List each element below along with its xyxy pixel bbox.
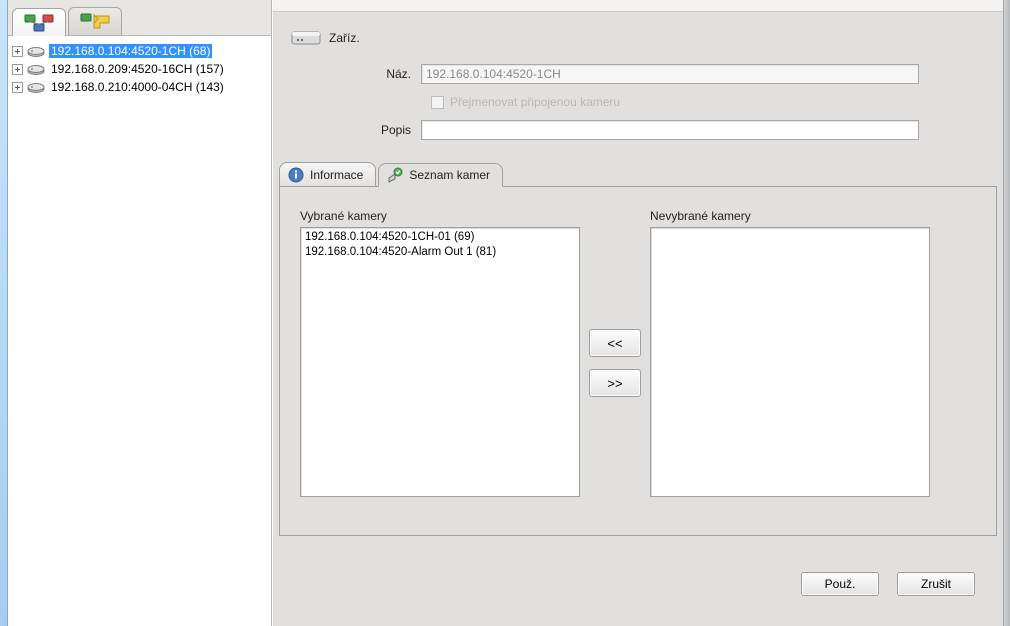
device-large-icon	[291, 28, 321, 48]
tree-item-device[interactable]: 192.168.0.104:4520-1CH (68)	[12, 42, 267, 60]
device-form: Zaříz. Náz. Přejmenovat připojenou kamer…	[273, 12, 1003, 158]
window-left-accent	[0, 0, 8, 626]
layout-ruler-icon	[80, 13, 110, 31]
tree-expander-icon[interactable]	[12, 64, 23, 75]
device-tree: 192.168.0.104:4520-1CH (68) 192.168.0.20…	[8, 36, 271, 626]
tree-tab-devices[interactable]	[12, 8, 66, 36]
device-heading-text: Zaříz.	[329, 31, 360, 45]
tree-item-label: 192.168.0.209:4520-16CH (157)	[49, 62, 226, 76]
unselected-list-label: Nevybrané kamery	[650, 209, 930, 223]
list-item[interactable]: 192.168.0.104:4520-Alarm Out 1 (81)	[305, 245, 575, 260]
tree-item-label: 192.168.0.104:4520-1CH (68)	[49, 44, 212, 58]
move-right-button[interactable]: >>	[589, 369, 641, 397]
cancel-button[interactable]: Zrušit	[897, 572, 975, 596]
desc-input[interactable]	[421, 120, 919, 140]
tree-item-device[interactable]: 192.168.0.209:4520-16CH (157)	[12, 60, 267, 78]
selected-list-label: Vybrané kamery	[300, 209, 580, 223]
device-icon	[27, 81, 45, 93]
unselected-cameras-list[interactable]	[650, 227, 930, 497]
desc-label: Popis	[291, 123, 421, 137]
left-tabs	[8, 0, 271, 36]
selected-cameras-list[interactable]: 192.168.0.104:4520-1CH-01 (69) 192.168.0…	[300, 227, 580, 497]
device-icon	[27, 63, 45, 75]
list-item[interactable]: 192.168.0.104:4520-1CH-01 (69)	[305, 230, 575, 245]
tree-item-label: 192.168.0.210:4000-04CH (143)	[49, 80, 226, 94]
tab-content: Vybrané kamery 192.168.0.104:4520-1CH-01…	[279, 186, 997, 536]
move-left-button[interactable]: <<	[589, 329, 641, 357]
tree-tab-layout[interactable]	[68, 7, 122, 35]
window-right-edge	[1003, 0, 1010, 626]
network-device-icon	[24, 14, 54, 32]
rename-checkbox-label: Přejmenovat připojenou kameru	[450, 95, 620, 109]
tree-expander-icon[interactable]	[12, 46, 23, 57]
toolbar-spacer	[273, 0, 1003, 12]
apply-button[interactable]: Použ.	[801, 572, 879, 596]
tabs: Informace Seznam kamer	[273, 158, 1003, 186]
tab-camera-list[interactable]: Seznam kamer	[378, 163, 503, 187]
device-tree-panel: 192.168.0.104:4520-1CH (68) 192.168.0.20…	[8, 0, 272, 626]
tab-camera-list-label: Seznam kamer	[409, 168, 490, 182]
name-input[interactable]	[421, 64, 919, 84]
rename-checkbox[interactable]	[431, 96, 444, 109]
tree-item-device[interactable]: 192.168.0.210:4000-04CH (143)	[12, 78, 267, 96]
tab-info-label: Informace	[310, 168, 363, 182]
tree-expander-icon[interactable]	[12, 82, 23, 93]
camera-list-icon	[387, 167, 403, 183]
tab-info[interactable]: Informace	[279, 162, 376, 186]
info-icon	[288, 167, 304, 183]
device-heading: Zaříz.	[291, 28, 985, 48]
name-label: Náz.	[291, 67, 421, 81]
device-icon	[27, 45, 45, 57]
main-panel: Zaříz. Náz. Přejmenovat připojenou kamer…	[272, 0, 1003, 626]
